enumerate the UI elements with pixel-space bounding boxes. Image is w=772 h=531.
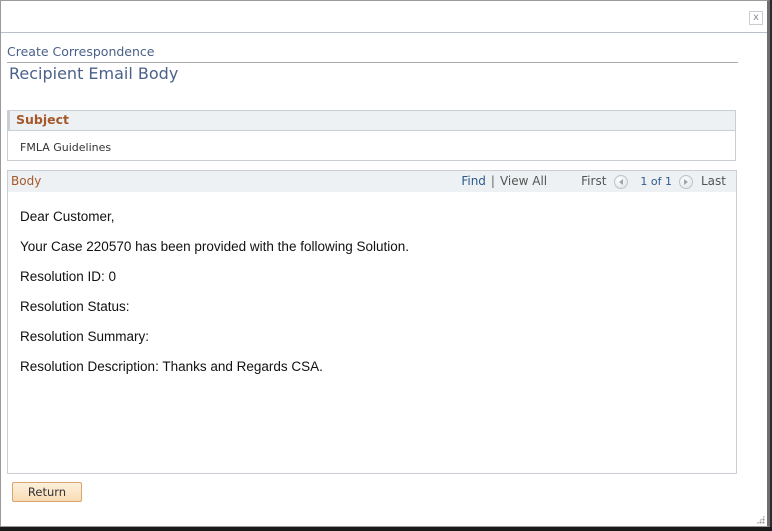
body-line: Resolution ID: 0 <box>20 269 117 284</box>
title-divider <box>7 62 738 63</box>
modal-titlebar: x <box>1 1 767 33</box>
body-line: Resolution Summary: <box>20 329 150 344</box>
breadcrumb: Create Correspondence <box>7 44 155 59</box>
close-icon: x <box>753 12 759 23</box>
subject-section: Subject FMLA Guidelines <box>7 110 736 161</box>
body-label: Body <box>11 174 42 188</box>
page-title: Recipient Email Body <box>9 64 179 83</box>
last-link[interactable]: Last <box>701 171 726 192</box>
body-line: Dear Customer, <box>20 209 115 224</box>
next-icon <box>684 178 688 185</box>
email-body-content: Dear Customer, Your Case 220570 has been… <box>8 192 736 388</box>
body-line: Your Case 220570 has been provided with … <box>20 239 410 254</box>
grid-navigation: Find | View All First 1 of 1 Last <box>461 171 726 192</box>
body-line: Resolution Status: <box>20 299 130 314</box>
return-button[interactable]: Return <box>12 482 82 502</box>
body-header: Body Find | View All First 1 of 1 Last <box>8 171 736 192</box>
body-line: Resolution Description: Thanks and Regar… <box>20 359 323 374</box>
previous-button[interactable] <box>614 174 629 189</box>
page-count: 1 of 1 <box>640 175 672 188</box>
nav-separator: | <box>490 174 495 188</box>
previous-icon <box>619 178 624 185</box>
body-section: Body Find | View All First 1 of 1 Last D… <box>7 170 737 474</box>
next-button[interactable] <box>679 174 693 189</box>
find-link[interactable]: Find <box>461 171 486 192</box>
first-link[interactable]: First <box>581 171 606 192</box>
subject-label: Subject <box>8 111 735 131</box>
close-button[interactable]: x <box>749 11 763 25</box>
view-all-link[interactable]: View All <box>500 171 547 192</box>
resize-grip-icon[interactable] <box>756 515 765 524</box>
modal-window: x Create Correspondence Recipient Email … <box>0 0 770 527</box>
bottom-edge <box>0 527 772 531</box>
subject-value: FMLA Guidelines <box>20 141 112 154</box>
